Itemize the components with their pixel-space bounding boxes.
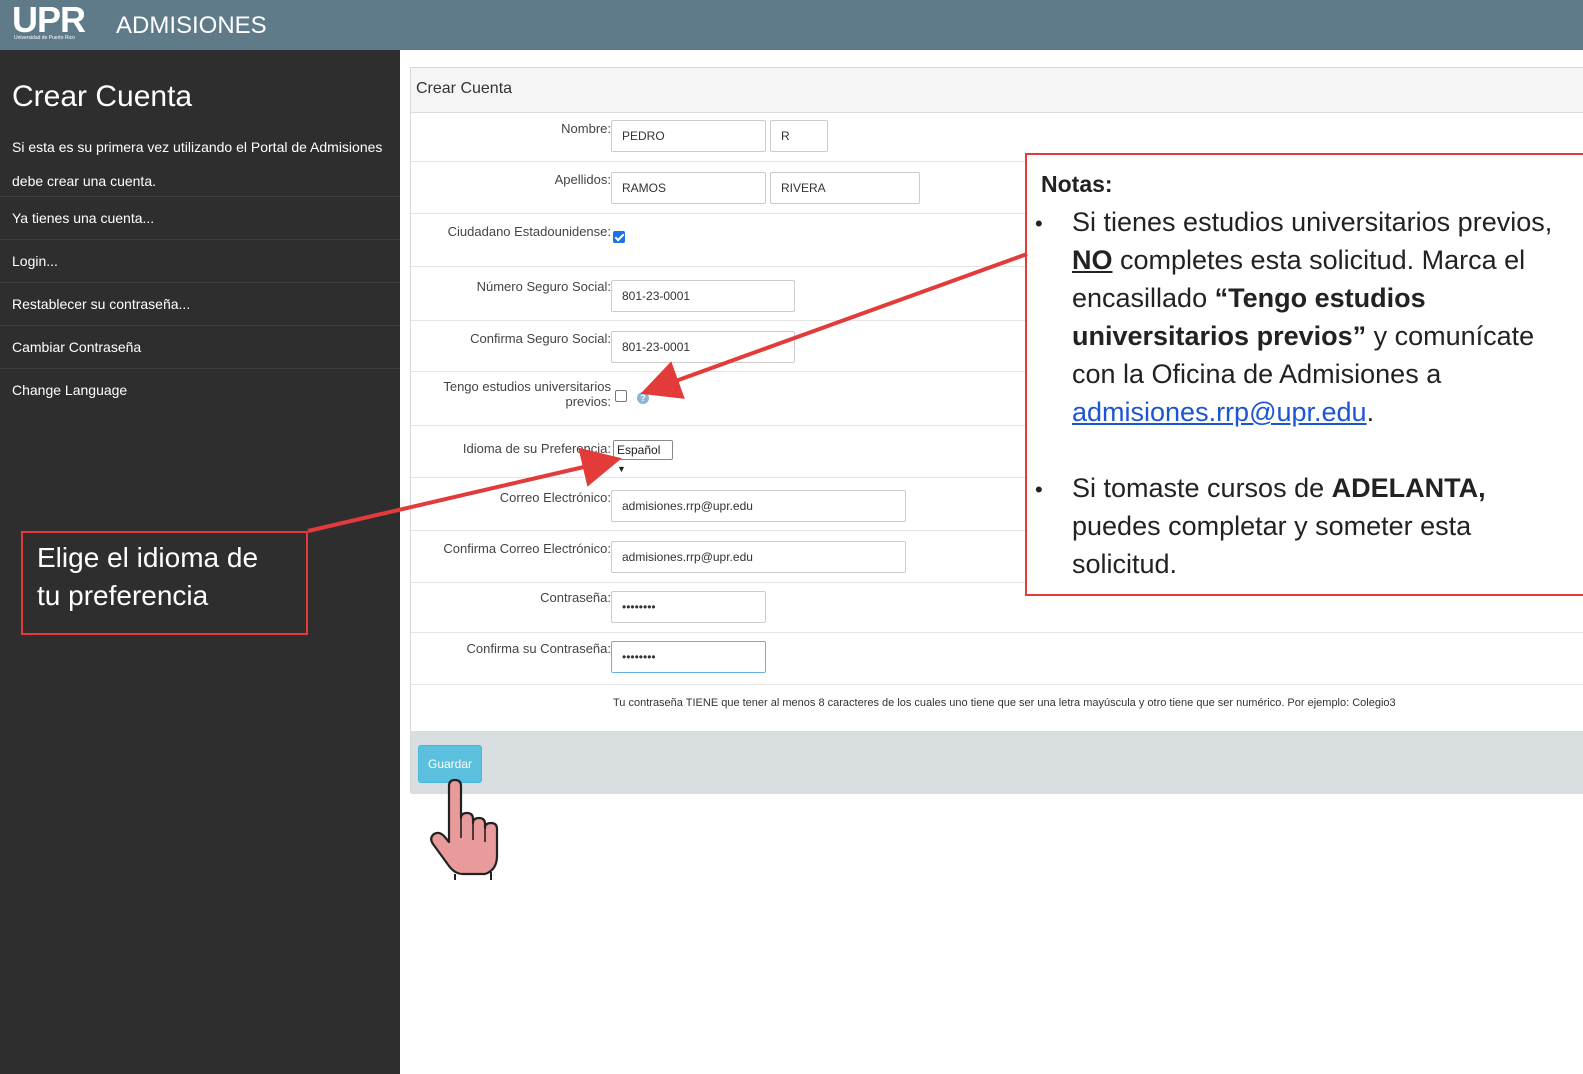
- ssn-label: Número Seguro Social:: [476, 279, 611, 294]
- email-link[interactable]: admisiones.rrp@upr.edu: [1072, 397, 1367, 427]
- bullet-icon: •: [1035, 211, 1043, 236]
- note-bullet-2: Si tomaste cursos de ADELANTA, puedes co…: [1072, 469, 1572, 583]
- email-label: Correo Electrónico:: [499, 490, 611, 505]
- nombre-label: Nombre:: [561, 121, 611, 136]
- idioma-label: Idioma de su Preferencia:: [462, 441, 611, 456]
- password-hint: Tu contraseña TIENE que tener al menos 8…: [613, 697, 1396, 709]
- estudios-label-line1: Tengo estudios universitarios: [443, 379, 611, 394]
- ciudadano-label: Ciudadano Estadounidense:: [447, 224, 611, 239]
- email-confirm-label: Confirma Correo Electrónico:: [443, 541, 611, 556]
- logo-subtitle: Universidad de Puerto Rico: [14, 35, 75, 41]
- apellido-materno-input[interactable]: RIVERA: [770, 172, 920, 204]
- bullet-icon: •: [1035, 477, 1043, 502]
- language-callout: Elige el idioma de tu preferencia: [21, 531, 308, 635]
- apellido-paterno-input[interactable]: RAMOS: [611, 172, 766, 204]
- sidebar-item-cambiar-contrasena[interactable]: Cambiar Contraseña: [0, 325, 400, 368]
- info-icon[interactable]: ?: [637, 392, 649, 404]
- note-no: NO: [1072, 245, 1113, 275]
- idioma-select-value: Español: [617, 443, 661, 457]
- password-confirm-label: Confirma su Contraseña:: [466, 641, 611, 656]
- sidebar-item-ya-tienes-cuenta[interactable]: Ya tienes una cuenta...: [0, 196, 400, 239]
- ssn-confirm-input[interactable]: 801-23-0001: [611, 331, 795, 363]
- ssn-confirm-label: Confirma Seguro Social:: [470, 331, 611, 346]
- logo-upr-text: UPR: [12, 0, 86, 40]
- note-bullet-1: Si tienes estudios universitarios previo…: [1072, 203, 1572, 431]
- estudios-label-line2: previos:: [565, 394, 611, 409]
- top-header: UPR Universidad de Puerto Rico ADMISIONE…: [0, 0, 1583, 50]
- ciudadano-checkbox[interactable]: [613, 231, 625, 243]
- callout-line-1: Elige el idioma de: [37, 542, 259, 573]
- sidebar-description: Si esta es su primera vez utilizando el …: [12, 139, 383, 189]
- note-text: puedes completar y someter esta solicitu…: [1072, 511, 1472, 579]
- password-label: Contraseña:: [540, 590, 611, 605]
- estudios-label: Tengo estudios universitarios previos:: [411, 379, 611, 409]
- idioma-select[interactable]: Español ▼: [613, 440, 673, 474]
- notes-annotation: Notas: • Si tienes estudios universitari…: [1025, 153, 1583, 596]
- notes-title: Notas:: [1041, 171, 1113, 197]
- apellidos-label: Apellidos:: [554, 172, 611, 187]
- password-input[interactable]: ••••••••: [611, 591, 766, 623]
- note-text: .: [1366, 397, 1375, 427]
- estudios-previos-checkbox[interactable]: [615, 390, 627, 402]
- chevron-down-icon: ▼: [617, 464, 626, 474]
- sidebar-item-change-language[interactable]: Change Language: [0, 368, 400, 411]
- form-footer: Guardar: [411, 731, 1583, 794]
- panel-header: Crear Cuenta: [411, 68, 1583, 113]
- ssn-input[interactable]: 801-23-0001: [611, 280, 795, 312]
- sidebar-item-login[interactable]: Login...: [0, 239, 400, 282]
- nombre-input[interactable]: PEDRO: [611, 120, 766, 152]
- inicial-input[interactable]: R: [770, 120, 828, 152]
- note-text: Si tomaste cursos de: [1072, 473, 1332, 503]
- email-input[interactable]: admisiones.rrp@upr.edu: [611, 490, 906, 522]
- panel-title: Crear Cuenta: [416, 80, 513, 97]
- pointing-hand-icon: [430, 778, 499, 880]
- email-confirm-input[interactable]: admisiones.rrp@upr.edu: [611, 541, 906, 573]
- callout-line-2: tu preferencia: [37, 580, 209, 611]
- sidebar-title: Crear Cuenta: [12, 80, 193, 113]
- app-name: ADMISIONES: [116, 12, 267, 39]
- note-text: Si tienes estudios universitarios previo…: [1072, 207, 1553, 237]
- password-confirm-input[interactable]: ••••••••: [611, 641, 766, 673]
- note-bold: ADELANTA,: [1331, 473, 1486, 503]
- sidebar-item-restablecer[interactable]: Restablecer su contraseña...: [0, 282, 400, 325]
